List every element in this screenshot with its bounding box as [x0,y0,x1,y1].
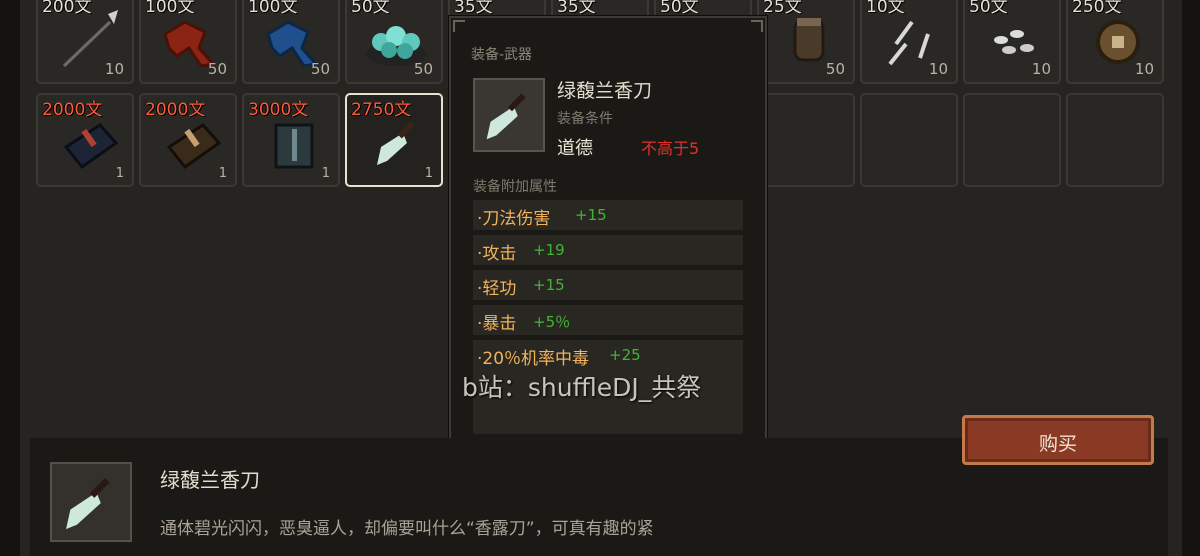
info-item-icon [50,462,132,542]
tooltip-item-icon [473,78,545,152]
item-count: 50 [413,60,433,78]
attr-row: ·暴击 +5％ [473,305,743,335]
attr-value: +15 [533,276,565,294]
empty-slot[interactable] [757,93,855,187]
tooltip-req-key: 道德 [557,138,593,159]
blade-icon [486,93,526,140]
attr-name: ·轻功 [477,279,517,299]
item-count: 50 [207,60,227,78]
item-count: 10 [1134,60,1154,78]
attr-name: ·暴击 [477,314,517,334]
shop-slot[interactable]: 50文 50 [345,0,443,84]
item-count: 50 [825,60,845,78]
manual-staff-icon [274,123,314,169]
item-price: 35文 [557,0,596,17]
shop-slot[interactable]: 200文 10 [36,0,134,84]
buy-button-label: 购买 [1038,433,1077,455]
shop-slot-selected[interactable]: 2750文 1 [345,93,443,187]
attr-row: ·轻功 +15 [473,270,743,300]
empty-slot[interactable] [1066,93,1164,187]
item-count: 1 [218,166,227,181]
attr-row: ·攻击 +19 [473,235,743,265]
attr-value: +25 [609,346,641,364]
attr-value: +15 [575,206,607,224]
shop-slot[interactable]: 2000文 1 [139,93,237,187]
item-count: 10 [928,60,948,78]
attr-name: ·攻击 [477,244,517,264]
manual-fist-icon [166,123,222,170]
tooltip-item-name: 绿馥兰香刀 [557,80,653,102]
item-price: 50文 [660,0,699,17]
item-price: 35文 [454,0,493,17]
shop-slot[interactable]: 250文 10 [1066,0,1164,84]
shop-slot[interactable]: 50文 10 [963,0,1061,84]
info-item-description: 通体碧光闪闪，恶臭逼人，却偏要叫什么“香露刀”，可真有趣的紧 [160,519,654,539]
item-count: 1 [321,166,330,181]
blade-icon [377,121,415,165]
item-count: 10 [1031,60,1051,78]
item-count: 10 [104,60,124,78]
info-item-name: 绿馥兰香刀 [160,468,260,492]
tooltip-attr-title: 装备附加属性 [473,179,557,195]
empty-slot[interactable] [963,93,1061,187]
shop-slot[interactable]: 25文 50 [757,0,855,84]
attr-name: ·20％机率中毒 [477,349,590,369]
item-count: 50 [310,60,330,78]
empty-slot[interactable] [860,93,958,187]
buy-button[interactable]: 购买 [962,415,1154,465]
attr-row: ·刀法伤害 +15 [473,200,743,230]
attr-value: +5％ [533,313,571,331]
blade-icon [66,477,110,530]
attr-name: ·刀法伤害 [477,209,551,229]
shop-slot[interactable]: 100文 50 [139,0,237,84]
tooltip-req-value: 不高于5 [641,139,700,158]
shop-slot[interactable]: 10文 10 [860,0,958,84]
shop-slot[interactable]: 3000文 1 [242,93,340,187]
item-count: 1 [115,166,124,181]
tooltip-req-label: 装备条件 [557,111,613,127]
watermark: b站：shuffleDJ_共祭 [462,373,702,402]
shop-slot[interactable]: 100文 50 [242,0,340,84]
shop-slot[interactable]: 2000文 1 [36,93,134,187]
attr-value: +19 [533,241,565,259]
tooltip-category: 装备-武器 [471,47,533,63]
item-count: 1 [424,166,433,181]
manual-sword-icon [63,123,119,170]
